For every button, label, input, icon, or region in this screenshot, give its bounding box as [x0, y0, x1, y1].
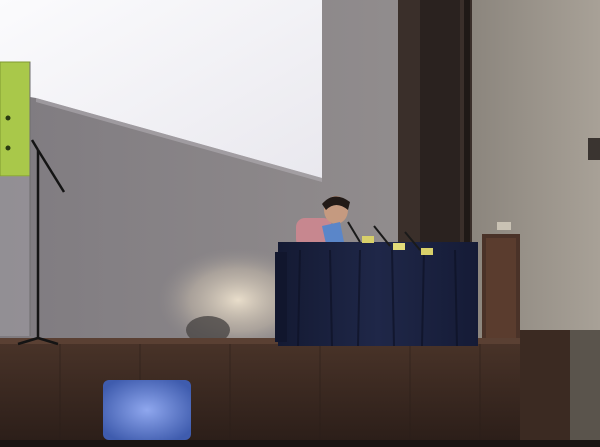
stage-steps: [520, 330, 570, 447]
speaker-table: [278, 242, 478, 346]
event-banner: [0, 61, 31, 336]
wall-speaker: [588, 138, 600, 160]
wooden-stage: [0, 338, 540, 447]
scene-svg: [0, 0, 600, 447]
conference-stage-photo: [0, 0, 600, 447]
exit-sign: [497, 222, 511, 230]
floor: [0, 440, 600, 447]
pillar-shadow: [420, 0, 460, 258]
projected-spot: [103, 380, 191, 440]
